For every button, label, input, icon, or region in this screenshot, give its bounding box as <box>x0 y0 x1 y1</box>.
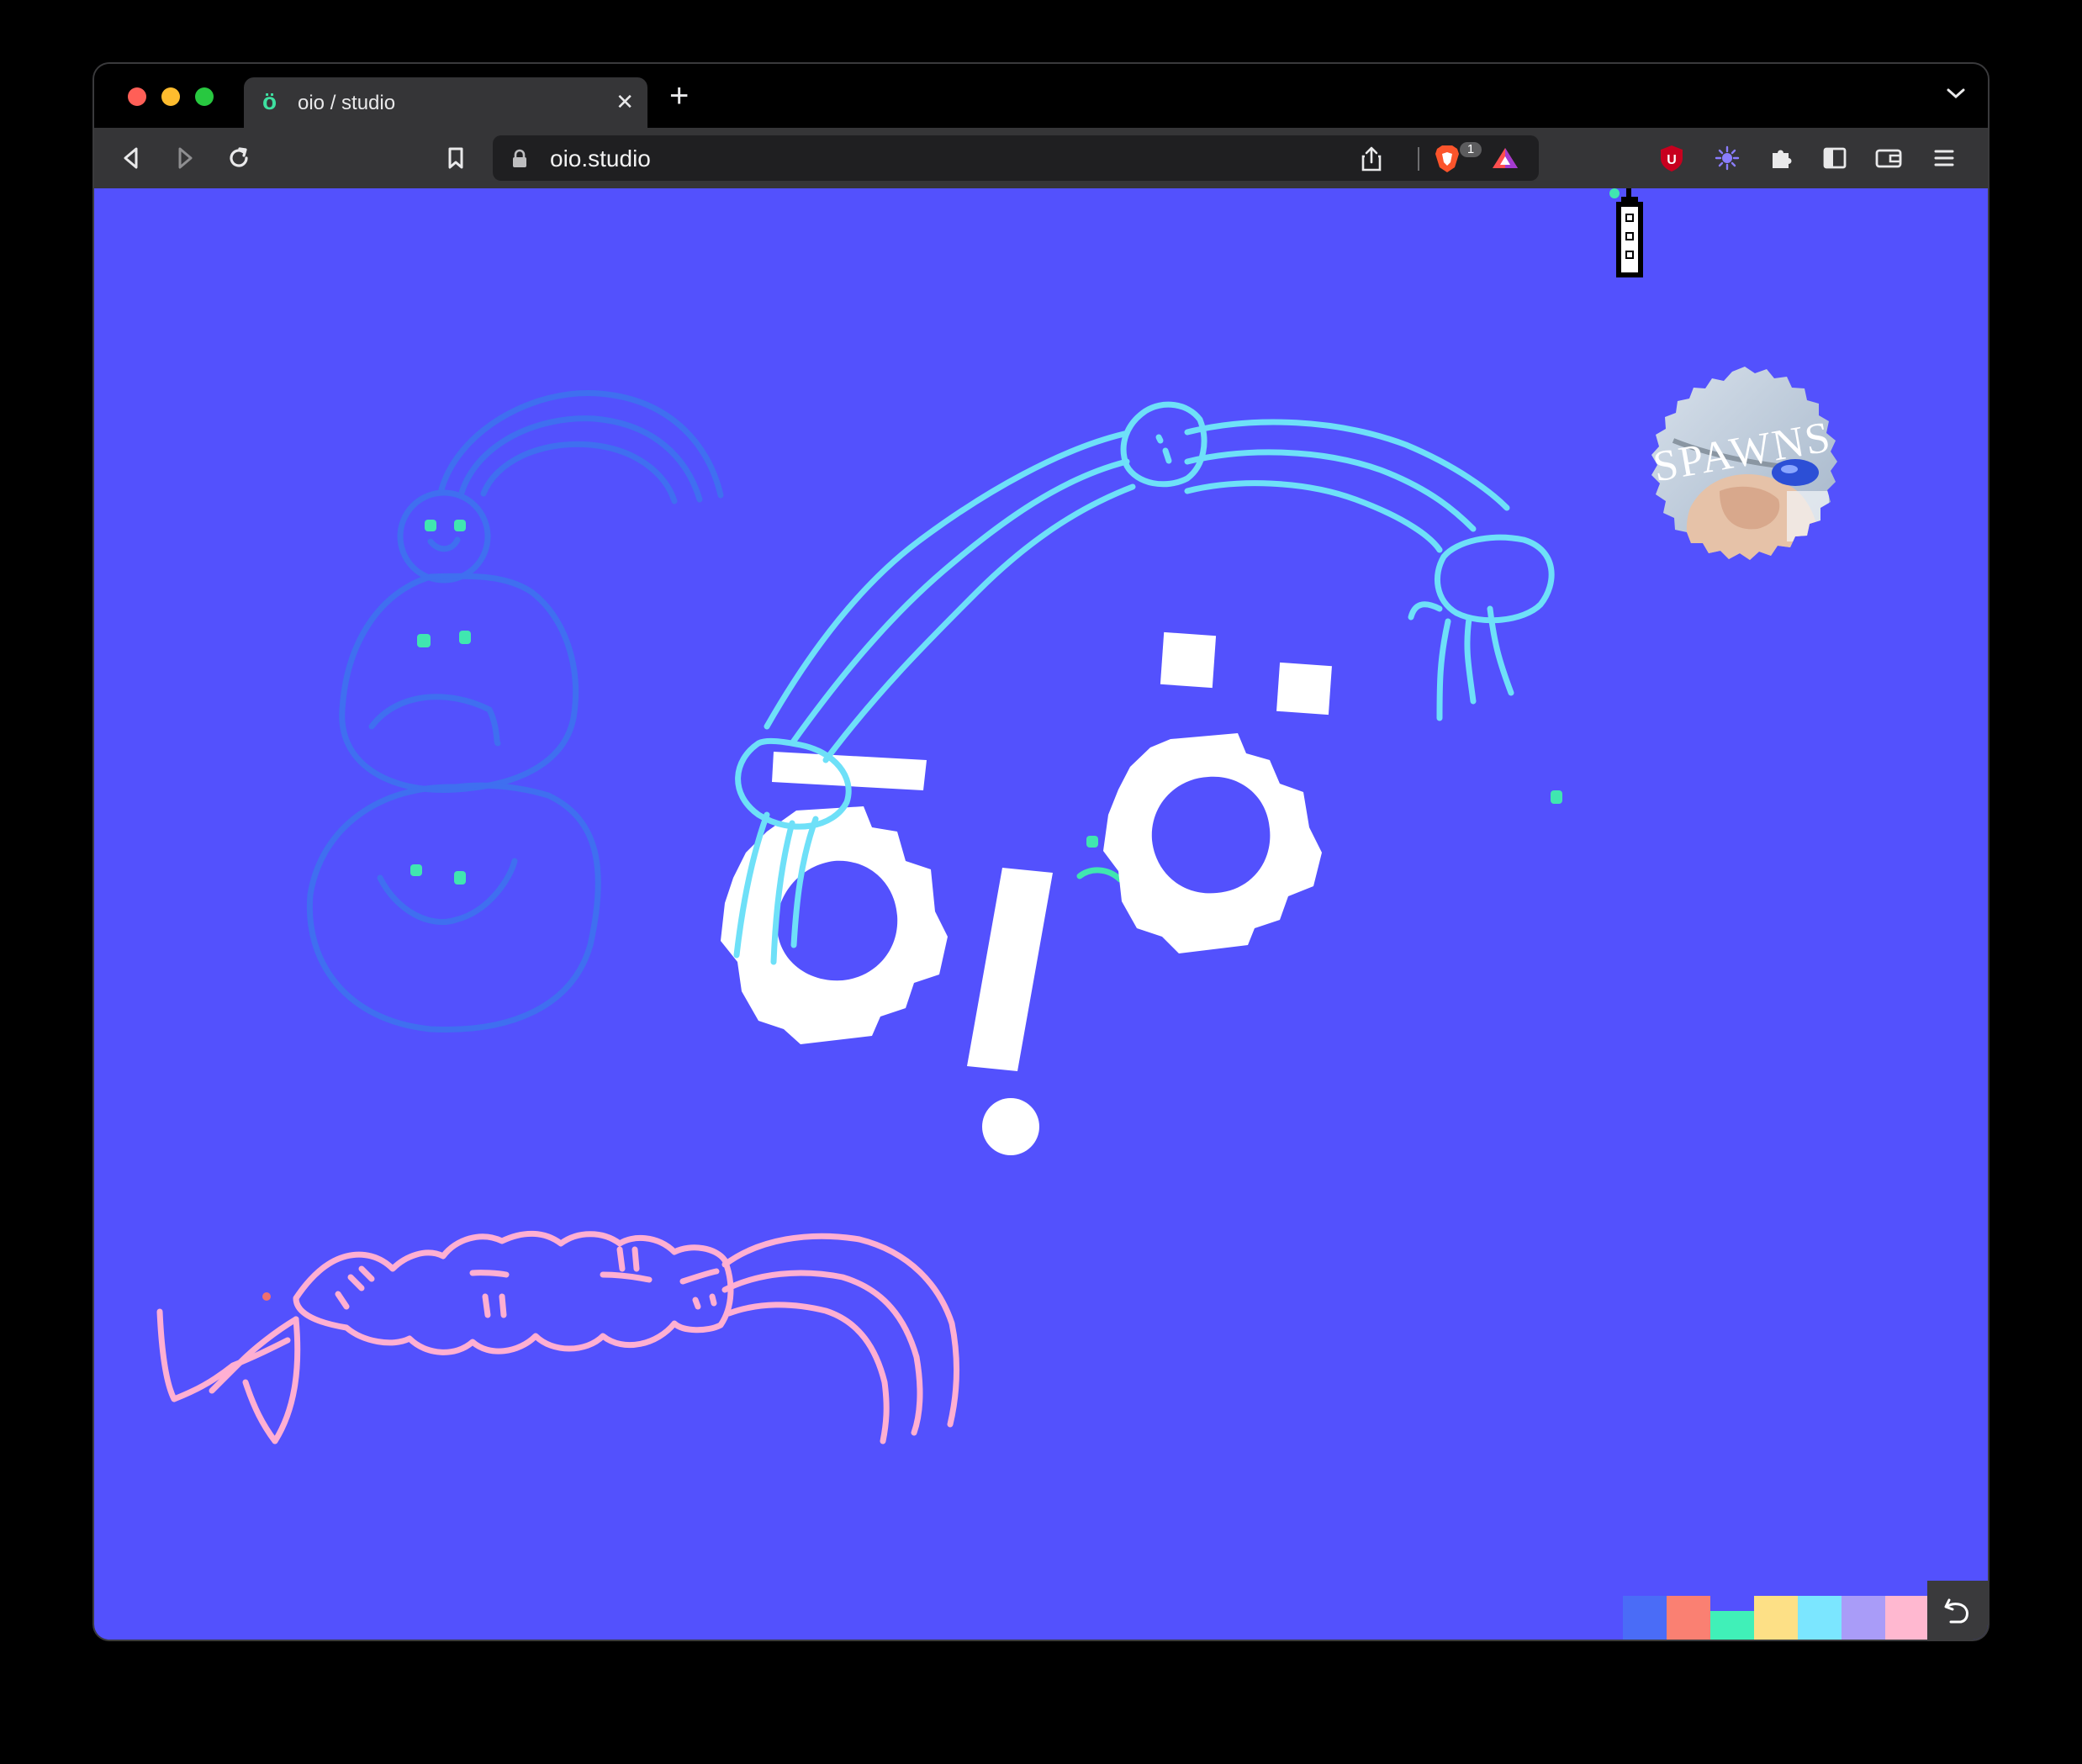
color-swatch-blue[interactable] <box>1623 1596 1667 1640</box>
oio-logo <box>721 631 1332 1155</box>
pink-worm-doodle <box>156 1230 960 1444</box>
minimize-window-button[interactable] <box>161 87 180 106</box>
bookmark-icon[interactable] <box>441 143 471 173</box>
spawns-sticker[interactable]: SPAWNS <box>1640 365 1850 575</box>
drawing-canvas[interactable]: SPAWNS <box>94 188 1988 1640</box>
blue-snowman-doodle <box>306 390 724 1033</box>
tab-title: oio / studio <box>298 92 396 114</box>
forward-icon[interactable] <box>170 143 200 173</box>
new-tab-button[interactable]: + <box>669 79 689 113</box>
browser-toolbar: oio.studio 1 U <box>94 128 1988 188</box>
extensions-puzzle-icon[interactable] <box>1766 143 1796 173</box>
tab-search-chevron-icon[interactable] <box>1946 86 1966 105</box>
shields-count-badge: 1 <box>1460 142 1482 157</box>
lock-icon <box>511 149 528 173</box>
green-frown-doodle <box>1076 867 1123 883</box>
url-text[interactable]: oio.studio <box>550 146 651 172</box>
undo-arrow-icon <box>1944 1598 1968 1624</box>
spray-can-cursor-icon <box>1609 188 1643 277</box>
back-icon[interactable] <box>116 143 146 173</box>
close-window-button[interactable] <box>128 87 146 106</box>
sidebar-toggle-icon[interactable] <box>1820 143 1850 173</box>
color-swatch-green-selected[interactable] <box>1710 1611 1754 1640</box>
green-dot-doodle <box>1551 790 1562 804</box>
color-swatch-yellow[interactable] <box>1754 1596 1798 1640</box>
reload-icon[interactable] <box>224 143 254 173</box>
color-swatch-salmon[interactable] <box>1667 1596 1710 1640</box>
tab-strip: ö oio / studio ✕ + <box>94 64 1988 128</box>
red-dot-doodle <box>262 1292 271 1301</box>
tab-close-icon[interactable]: ✕ <box>616 89 634 114</box>
ublock-extension-icon[interactable]: U <box>1657 143 1687 173</box>
address-bar-divider <box>1418 147 1419 171</box>
sparkle-extension-icon[interactable] <box>1712 143 1742 173</box>
wallet-icon[interactable] <box>1873 143 1904 173</box>
browser-window: ö oio / studio ✕ + oio.studio 1 U SPAWNS <box>94 64 1988 1640</box>
oio-favicon-icon: ö <box>262 88 277 114</box>
color-swatch-pink[interactable] <box>1885 1596 1929 1640</box>
color-swatch-lavender[interactable] <box>1842 1596 1885 1640</box>
zoom-window-button[interactable] <box>195 87 214 106</box>
hamburger-menu-icon[interactable] <box>1929 143 1959 173</box>
svg-text:U: U <box>1667 153 1677 167</box>
green-eye-dots <box>410 520 1122 885</box>
undo-button[interactable] <box>1927 1581 1988 1640</box>
color-swatch-cyan[interactable] <box>1798 1596 1842 1640</box>
tab-oio-studio[interactable]: ö oio / studio ✕ <box>244 77 647 128</box>
address-bar[interactable]: oio.studio 1 <box>493 135 1539 181</box>
share-icon[interactable] <box>1361 145 1382 177</box>
brave-shields-icon[interactable] <box>1433 144 1463 174</box>
brave-rewards-icon[interactable] <box>1490 145 1520 175</box>
color-palette <box>1623 1596 1929 1640</box>
